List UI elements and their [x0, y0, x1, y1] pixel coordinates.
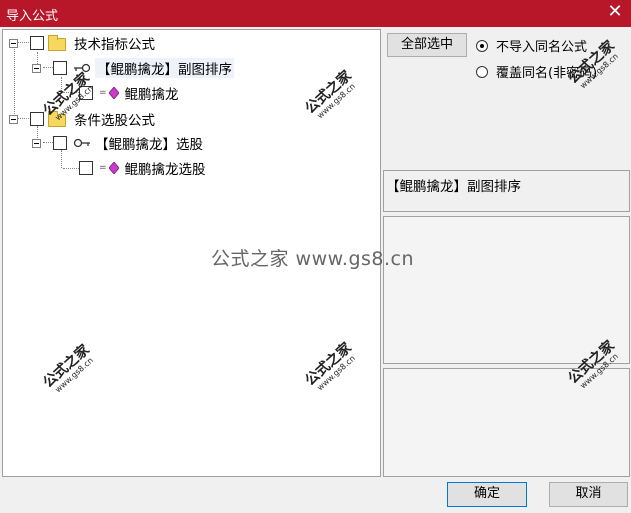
collapse-toggle-icon[interactable] — [9, 38, 18, 48]
gem-icon — [108, 87, 119, 99]
formula-info-panel[interactable] — [383, 216, 630, 364]
watermark-stamp: 公式之家 www.gs8.cn — [40, 341, 95, 395]
tree-node-group[interactable]: 技术指标公式 — [9, 33, 155, 53]
equals-icon: = — [99, 163, 107, 173]
select-all-button[interactable]: 全部选中 — [387, 33, 467, 57]
formula-label: 【鲲鹏擒龙】副图排序 — [95, 58, 234, 78]
gem-icon — [108, 162, 119, 174]
group-label: 技术指标公式 — [74, 37, 155, 53]
node-checkbox[interactable] — [53, 61, 67, 75]
watermark-stamp: 公式之家 www.gs8.cn — [302, 339, 357, 393]
title-bar: 导入公式 ✕ — [0, 0, 631, 27]
ok-button[interactable]: 确定 — [447, 482, 527, 507]
radio-skip-same-name[interactable]: 不导入同名公式 — [476, 36, 587, 55]
collapse-toggle-icon[interactable] — [32, 138, 41, 148]
leaf-label: 鲲鹏擒龙选股 — [124, 162, 206, 178]
radio-button[interactable] — [476, 39, 488, 52]
node-checkbox[interactable] — [30, 36, 44, 50]
watermark-stamp: 公式之家 www.gs8.cn — [302, 67, 357, 121]
window-title: 导入公式 — [6, 9, 59, 24]
description-title: 【鲲鹏擒龙】副图排序 — [386, 179, 521, 195]
formula-detail-panel[interactable] — [383, 368, 630, 477]
key-icon — [73, 138, 90, 148]
tree-line — [14, 46, 15, 118]
node-checkbox[interactable] — [79, 161, 93, 175]
node-checkbox[interactable] — [30, 112, 44, 126]
formula-label: 【鲲鹏擒龙】选股 — [95, 137, 203, 153]
group-label: 条件选股公式 — [74, 113, 155, 129]
collapse-toggle-icon[interactable] — [32, 63, 41, 73]
tree-node-formula[interactable]: 【鲲鹏擒龙】副图排序 — [32, 58, 234, 78]
node-checkbox[interactable] — [53, 136, 67, 150]
tree-node-group[interactable]: 条件选股公式 — [9, 109, 155, 129]
leaf-label: 鲲鹏擒龙 — [124, 87, 179, 103]
tree-node-formula[interactable]: 【鲲鹏擒龙】选股 — [32, 133, 203, 153]
collapse-toggle-icon[interactable] — [9, 114, 18, 124]
equals-icon: = — [99, 88, 107, 98]
cancel-button[interactable]: 取消 — [549, 482, 628, 507]
close-icon[interactable]: ✕ — [605, 2, 625, 22]
folder-icon — [48, 34, 66, 51]
center-watermark: 公式之家 www.gs8.cn — [211, 248, 415, 270]
radio-button[interactable] — [476, 65, 488, 78]
radio-label: 不导入同名公式 — [496, 40, 588, 55]
tree-leaf[interactable]: = 鲲鹏擒龙选股 — [79, 158, 206, 178]
